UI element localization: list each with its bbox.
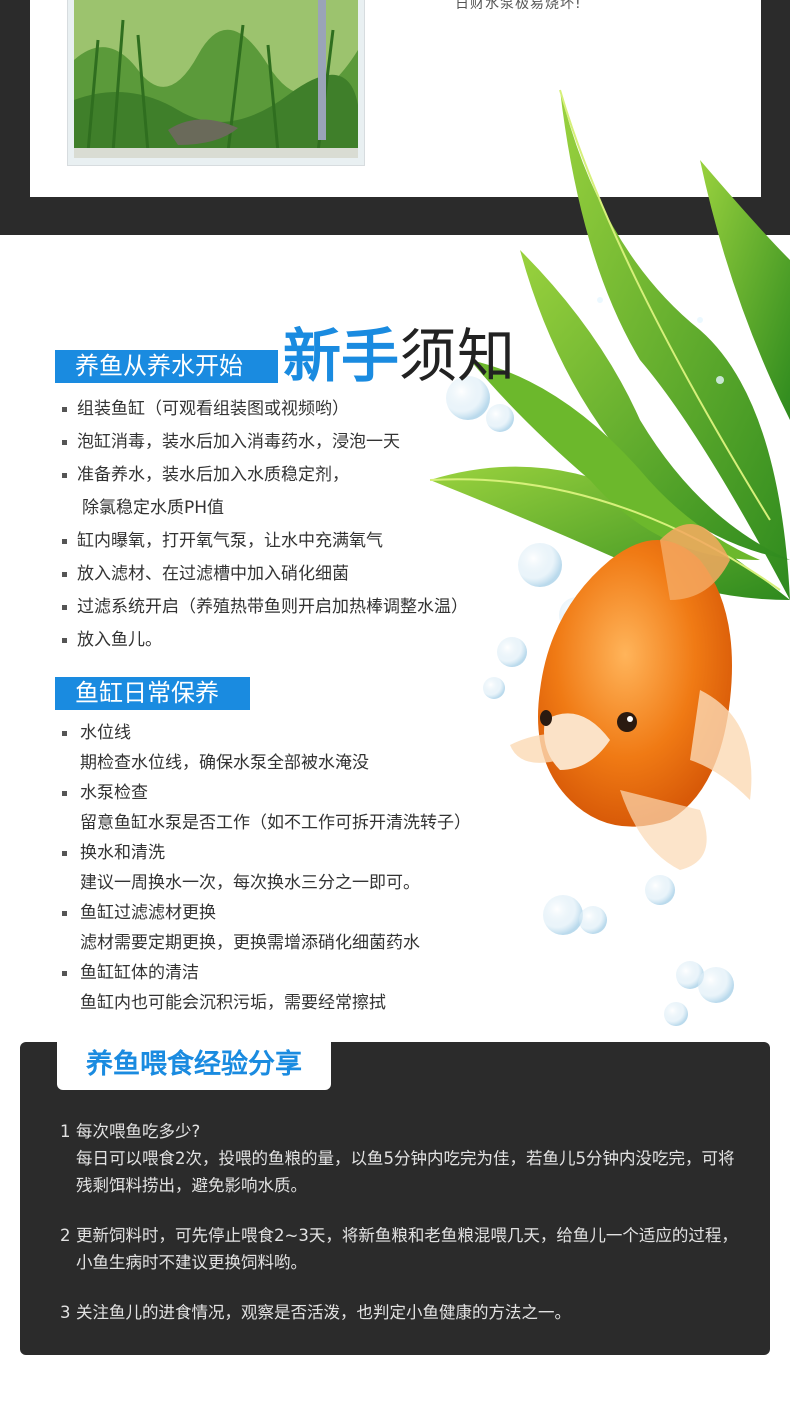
care-item-title: 换水和清洗 bbox=[60, 838, 471, 868]
care-item-title: 水位线 bbox=[60, 718, 471, 748]
list-item: 放入鱼儿。 bbox=[60, 624, 468, 657]
page-title: 新手须知 bbox=[283, 324, 515, 388]
care-item-desc: 建议一周换水一次，每次换水三分之一即可。 bbox=[80, 873, 420, 893]
tip-number: 2 bbox=[60, 1226, 71, 1245]
care-item-title: 鱼缸缸体的清洁 bbox=[60, 958, 471, 988]
top-caption: 日财水泵极易烧坏! bbox=[455, 0, 582, 12]
tip-item: 1 每次喂鱼吃多少? 每日可以喂食2次，投喂的鱼粮的量，以鱼5分钟内吃完为佳，若… bbox=[60, 1118, 750, 1199]
list-item: 组装鱼缸（可观看组装图或视频哟） bbox=[60, 393, 468, 426]
feeding-tab-title: 养鱼喂食经验分享 bbox=[57, 1042, 331, 1090]
tip-item: 3 关注鱼儿的进食情况，观察是否活泼，也判定小鱼健康的方法之一。 bbox=[60, 1299, 750, 1326]
list-item: 放入滤材、在过滤槽中加入硝化细菌 bbox=[60, 558, 468, 591]
care-item-title: 水泵检查 bbox=[60, 778, 471, 808]
tip-text: 关注鱼儿的进食情况，观察是否活泼，也判定小鱼健康的方法之一。 bbox=[76, 1303, 571, 1322]
intro-banner: 养鱼从养水开始 bbox=[55, 350, 278, 383]
list-item: 泡缸消毒，装水后加入消毒药水，浸泡一天 bbox=[60, 426, 468, 459]
aquarium-photo bbox=[67, 0, 365, 166]
tip-text: 更新饲料时，可先停止喂食2~3天，将新鱼粮和老鱼粮混喂几天，给鱼儿一个适应的过程… bbox=[76, 1226, 738, 1272]
title-bold-part: 新手 bbox=[283, 322, 400, 390]
tip-detail: 每日可以喂食2次，投喂的鱼粮的量，以鱼5分钟内吃完为佳，若鱼儿5分钟内没吃完，可… bbox=[76, 1149, 735, 1195]
care-item-desc: 滤材需要定期更换，更换需增添硝化细菌药水 bbox=[80, 933, 420, 953]
care-item-desc: 留意鱼缸水泵是否工作（如不工作可拆开清洗转子） bbox=[80, 813, 471, 833]
goldfish-illustration bbox=[510, 524, 752, 870]
care-banner: 鱼缸日常保养 bbox=[55, 677, 250, 710]
list-item: 准备养水，装水后加入水质稳定剂， bbox=[60, 459, 468, 492]
list-item: 缸内曝氧，打开氧气泵，让水中充满氧气 bbox=[60, 525, 468, 558]
list-item: 过滤系统开启（养殖热带鱼则开启加热棒调整水温） bbox=[60, 591, 468, 624]
title-rest-part: 须知 bbox=[399, 322, 516, 390]
tip-number: 1 bbox=[60, 1122, 71, 1141]
tip-text: 每次喂鱼吃多少? bbox=[76, 1122, 201, 1141]
setup-steps-list: 组装鱼缸（可观看组装图或视频哟） 泡缸消毒，装水后加入消毒药水，浸泡一天 准备养… bbox=[60, 393, 468, 657]
feeding-tips: 1 每次喂鱼吃多少? 每日可以喂食2次，投喂的鱼粮的量，以鱼5分钟内吃完为佳，若… bbox=[60, 1118, 750, 1349]
care-item-desc: 鱼缸内也可能会沉积污垢，需要经常擦拭 bbox=[80, 993, 386, 1013]
water-bubbles bbox=[446, 297, 734, 1026]
care-item-desc: 期检查水位线，确保水泵全部被水淹没 bbox=[80, 753, 369, 773]
tip-number: 3 bbox=[60, 1303, 71, 1322]
list-item-continuation: 除氯稳定水质PH值 bbox=[82, 498, 225, 518]
tip-item: 2 更新饲料时，可先停止喂食2~3天，将新鱼粮和老鱼粮混喂几天，给鱼儿一个适应的… bbox=[60, 1222, 750, 1276]
care-item-title: 鱼缸过滤滤材更换 bbox=[60, 898, 471, 928]
care-list: 水位线 期检查水位线，确保水泵全部被水淹没 水泵检查 留意鱼缸水泵是否工作（如不… bbox=[60, 718, 471, 1018]
